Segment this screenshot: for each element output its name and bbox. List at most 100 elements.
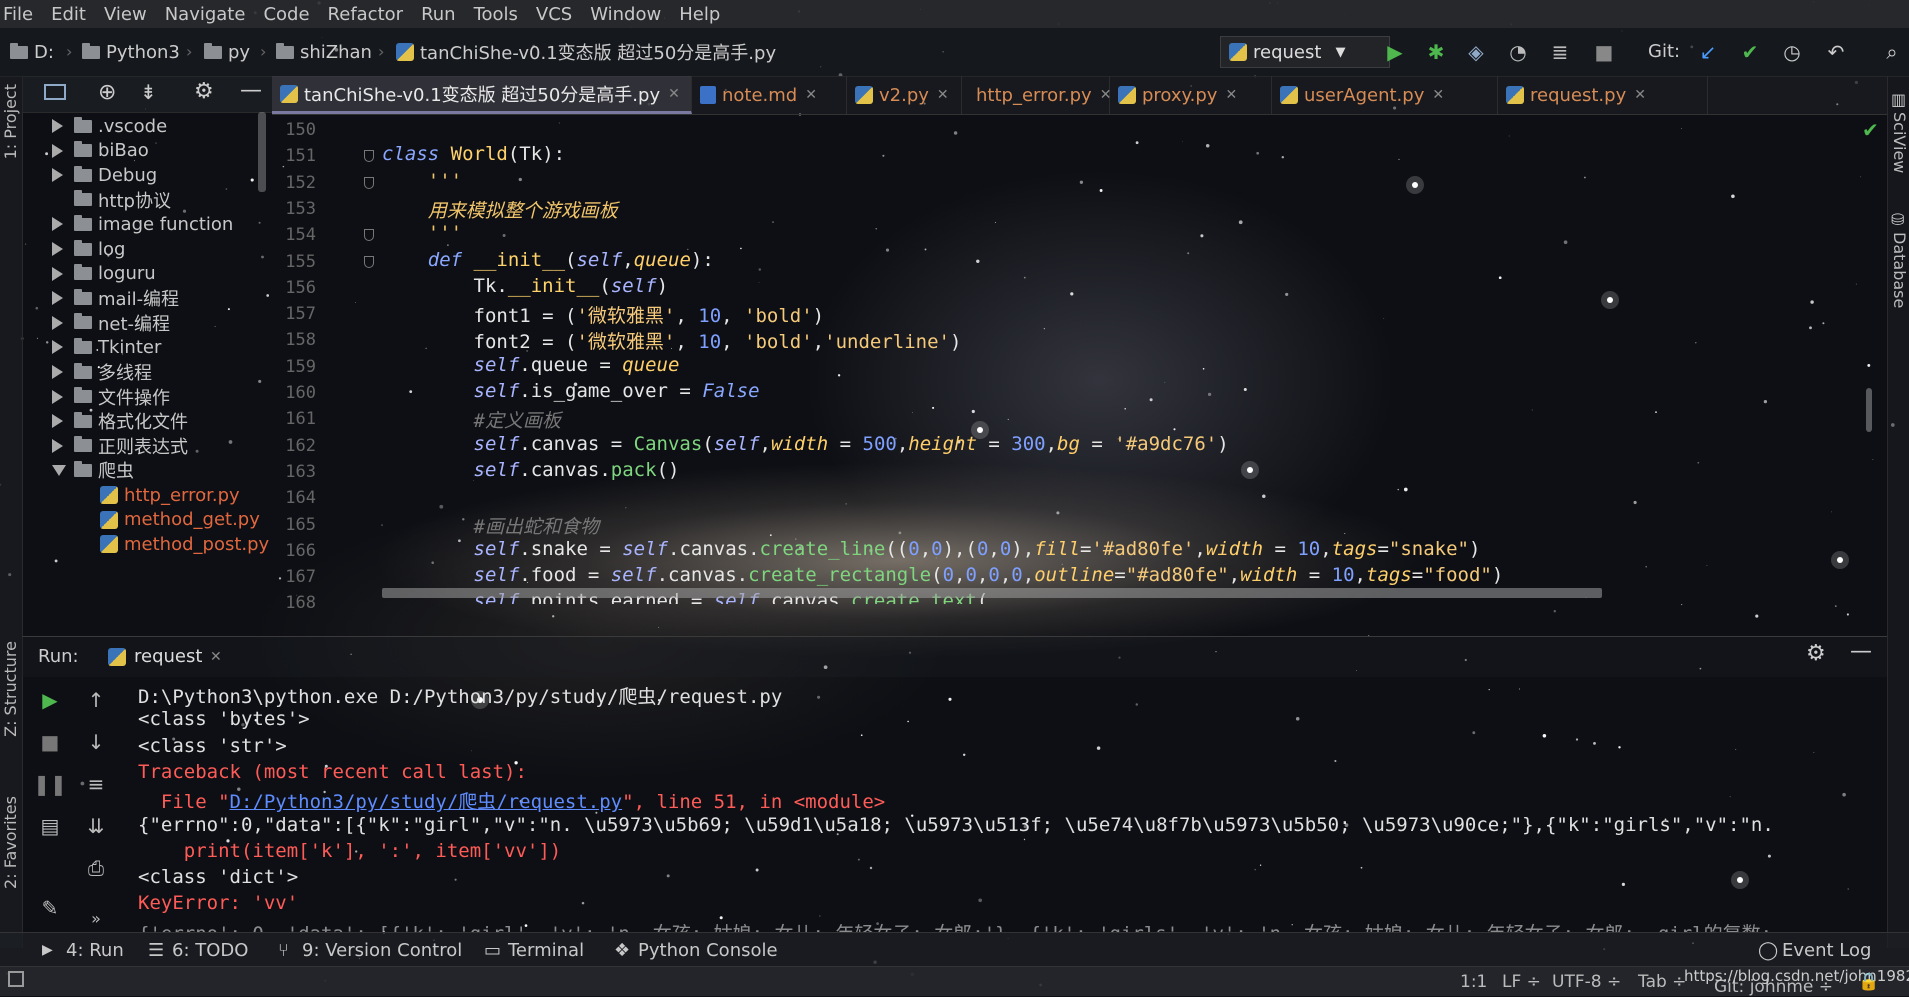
chevron-right-icon[interactable] — [52, 143, 63, 158]
profile-icon[interactable]: ◔ — [1506, 40, 1530, 64]
close-icon[interactable]: ✕ — [805, 87, 817, 103]
editor-tab[interactable]: userAgent.py ✕ — [1272, 76, 1498, 114]
chevron-right-icon[interactable] — [52, 438, 63, 453]
chevron-right-icon[interactable] — [52, 365, 63, 379]
indent-setting[interactable]: Tab ÷ — [1638, 972, 1686, 992]
tool-windows-toggle-icon[interactable] — [8, 971, 24, 987]
run-tool-button[interactable]: 4: Run — [66, 940, 124, 961]
rerun-icon[interactable]: ▶ — [36, 686, 64, 714]
stop-icon[interactable]: ■ — [36, 728, 64, 756]
chevron-right-icon[interactable] — [52, 340, 63, 355]
caret-position[interactable]: 1:1 — [1460, 972, 1487, 992]
python-console-tool-button[interactable]: Python Console — [638, 940, 778, 961]
breadcrumb-shizhan[interactable]: shiZhan — [276, 40, 372, 64]
close-icon[interactable]: ✕ — [1225, 87, 1237, 103]
close-icon[interactable]: ✕ — [668, 86, 680, 102]
close-icon[interactable]: ✕ — [937, 87, 949, 103]
menu-item[interactable]: View — [95, 4, 156, 25]
chevron-right-icon[interactable] — [52, 291, 63, 306]
run-tab-label[interactable]: request — [134, 646, 202, 667]
console-text: D:\Python3\python.exe D:/Python3/py/stud… — [138, 686, 783, 708]
horizontal-scrollbar[interactable] — [382, 588, 1602, 598]
debug-icon[interactable]: ✱ — [1424, 40, 1448, 64]
menu-item[interactable]: Tools — [465, 4, 527, 25]
database-tool-button[interactable]: Database — [1890, 232, 1909, 308]
chevron-right-icon[interactable] — [52, 389, 63, 404]
breadcrumb-drive[interactable]: D: — [10, 40, 54, 64]
pause-icon[interactable]: ❚❚ — [33, 770, 67, 798]
file-encoding[interactable]: UTF-8 ÷ — [1552, 972, 1621, 992]
gear-icon[interactable]: ⚙ — [1806, 641, 1826, 666]
fold-icon[interactable] — [364, 229, 374, 242]
structure-tool-button[interactable]: Z: Structure — [1, 641, 20, 737]
hide-icon[interactable]: — — [240, 78, 262, 103]
editor-tab[interactable]: tanChiShe-v0.1变态版 超过50分是高手.py ✕ — [272, 76, 692, 114]
concurrency-icon[interactable]: ≣ — [1548, 40, 1572, 64]
vertical-scrollbar[interactable] — [1866, 388, 1872, 432]
collapse-all-icon[interactable]: ⇟ — [140, 80, 157, 104]
project-tree-scrollbar[interactable] — [258, 112, 266, 192]
git-commit-icon[interactable]: ✔ — [1738, 40, 1762, 64]
menu-item[interactable]: Edit — [42, 4, 95, 25]
menu-item[interactable]: VCS — [527, 4, 581, 25]
chevron-right-icon[interactable] — [52, 217, 63, 232]
chevron-right-icon[interactable] — [52, 315, 63, 330]
sciview-tool-button[interactable]: SciView — [1890, 112, 1909, 173]
layout-icon[interactable]: ▤ — [36, 812, 64, 840]
history-icon[interactable]: ◷ — [1780, 40, 1804, 64]
locate-icon[interactable]: ⊕ — [98, 80, 116, 105]
editor-tab[interactable]: note.md ✕ — [692, 76, 847, 114]
console-file-link[interactable]: D:/Python3/py/study/爬虫/request.py — [230, 791, 623, 813]
coverage-icon[interactable]: ◈ — [1464, 40, 1488, 64]
git-update-icon[interactable]: ↙ — [1696, 40, 1720, 64]
run-icon[interactable]: ▶ — [1383, 40, 1407, 64]
gear-icon[interactable]: ⚙ — [194, 79, 214, 104]
rollback-icon[interactable]: ↶ — [1824, 40, 1848, 64]
hide-icon[interactable]: — — [1850, 639, 1872, 664]
close-icon[interactable]: ✕ — [1432, 87, 1444, 103]
event-log-tool-button[interactable]: Event Log — [1782, 940, 1871, 961]
chevron-right-icon[interactable] — [52, 119, 63, 133]
close-icon[interactable]: ✕ — [210, 649, 222, 665]
line-separator[interactable]: LF ÷ — [1502, 972, 1541, 992]
project-view-icon[interactable] — [44, 84, 66, 100]
editor-tab[interactable]: proxy.py ✕ — [1110, 76, 1272, 114]
project-tool-button[interactable]: 1: Project — [1, 84, 20, 159]
close-icon[interactable]: ✕ — [1634, 87, 1646, 103]
fold-icon[interactable] — [364, 176, 374, 189]
breadcrumb-file[interactable]: tanChiShe-v0.1变态版 超过50分是高手.py — [396, 40, 776, 64]
menu-item[interactable]: Window — [581, 4, 670, 25]
stop-icon[interactable]: ■ — [1592, 40, 1616, 64]
code-token: ( — [565, 248, 577, 271]
code-editor[interactable]: class World(Tk): ''' 用来模拟整个游戏画板 ''' def … — [352, 114, 1872, 604]
terminal-tool-button[interactable]: Terminal — [508, 940, 584, 961]
folder-icon — [74, 165, 92, 182]
menu-item[interactable]: Code — [254, 4, 318, 25]
fold-icon[interactable] — [364, 255, 374, 268]
chevron-right-icon[interactable] — [52, 414, 63, 429]
run-configuration-select[interactable]: request ▼ — [1220, 36, 1390, 68]
menu-item[interactable]: Refactor — [319, 4, 413, 25]
pin-icon[interactable]: ✎ — [36, 894, 64, 922]
breadcrumb-python3[interactable]: Python3 — [82, 40, 180, 64]
search-icon[interactable]: ⌕ — [1880, 40, 1904, 64]
editor-tab[interactable]: v2.py ✕ — [847, 76, 962, 114]
breadcrumb-py[interactable]: py — [204, 40, 250, 64]
chevron-right-icon[interactable] — [52, 168, 63, 183]
fold-icon[interactable] — [364, 150, 374, 163]
code-token: fill — [1034, 537, 1080, 560]
chevron-down-icon[interactable] — [52, 465, 66, 477]
editor-tab[interactable]: request.py ✕ — [1498, 76, 1708, 114]
menu-item[interactable]: File — [0, 4, 42, 25]
editor-tab[interactable]: http_error.py ✕ — [962, 76, 1111, 114]
chevron-right-icon[interactable] — [52, 242, 63, 256]
tree-item[interactable]: method_post.py — [100, 530, 269, 558]
todo-tool-button[interactable]: 6: TODO — [172, 940, 248, 961]
chevron-right-icon[interactable] — [52, 266, 63, 281]
menu-item[interactable]: Run — [412, 4, 465, 25]
menu-item[interactable]: Navigate — [156, 4, 255, 25]
run-console-output[interactable]: D:\Python3\python.exe D:/Python3/py/stud… — [100, 676, 1887, 932]
version-control-tool-button[interactable]: 9: Version Control — [302, 940, 462, 961]
favorites-tool-button[interactable]: 2: Favorites — [1, 796, 20, 889]
menu-item[interactable]: Help — [670, 4, 729, 25]
